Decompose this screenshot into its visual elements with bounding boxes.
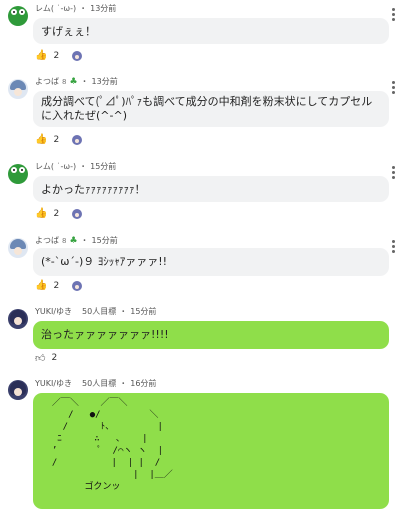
more-vertical-icon[interactable] [392, 6, 396, 23]
meta-separator: ・ [119, 307, 128, 316]
meta-separator: ・ [80, 236, 89, 245]
liker-avatar-icon[interactable] [72, 280, 83, 291]
comment-meta: YUKI/ゆき 50人目標 ・ 16分前 [35, 378, 156, 389]
like-count: 2 [53, 280, 60, 291]
timestamp: 15分前 [90, 162, 117, 171]
comment-meta: レム( ˙-ω-) ・ 15分前 [35, 161, 116, 172]
comment-meta: レム( ˙-ω-) ・ 13分前 [35, 3, 116, 14]
meta-separator: ・ [80, 77, 89, 86]
user-avatar-icon[interactable] [8, 6, 28, 26]
message-text: よかったｧｧｧｧｧｧｧｧｧ！ [41, 183, 146, 196]
timestamp: 13分前 [91, 77, 118, 86]
like-count: 2 [53, 50, 60, 61]
thumbs-up-icon[interactable]: 👍 [35, 50, 47, 61]
user-avatar-icon[interactable] [8, 79, 28, 99]
user-avatar-icon[interactable] [8, 238, 28, 258]
reaction-bar: 👍︎ 2 [35, 352, 57, 364]
username[interactable]: よつば [35, 76, 59, 87]
thumbs-up-outline-icon[interactable]: 👍︎ [35, 352, 45, 364]
reaction-bar: 👍 2 [35, 208, 83, 219]
more-vertical-icon[interactable] [392, 79, 396, 96]
timestamp: 15分前 [91, 236, 118, 245]
reaction-bar: 👍 2 [35, 280, 83, 291]
comment-meta: よつば 8 ♣ ・ 15分前 [35, 235, 118, 246]
goal-label: 50人目標 [82, 379, 117, 388]
username[interactable]: よつば [35, 235, 59, 246]
liker-avatar-icon[interactable] [72, 134, 83, 145]
reaction-bar: 👍 2 [35, 134, 83, 145]
timestamp: 15分前 [130, 307, 157, 316]
message-bubble: 成分調べて(ﾟ⊿ﾟ)ﾊﾟｧも調べて成分の中和剤を粉末状にしてカプセルに入れたぜ(… [33, 91, 389, 127]
meta-separator: ・ [119, 379, 128, 388]
meta-separator: ・ [79, 4, 88, 13]
reaction-bar: 👍 2 [35, 50, 83, 61]
timestamp: 16分前 [130, 379, 157, 388]
username[interactable]: YUKI/ゆき [35, 306, 72, 317]
liker-avatar-icon[interactable] [72, 50, 83, 61]
more-vertical-icon[interactable] [392, 238, 396, 255]
timestamp: 13分前 [90, 4, 117, 13]
username[interactable]: レム( ˙-ω-) [35, 161, 76, 172]
meta-separator: ・ [79, 162, 88, 171]
badge-number: 8 [62, 77, 67, 86]
like-count: 2 [53, 208, 60, 219]
message-bubble: ／￣＼ ／￣＼ / ●/ ＼ / ﾄ、 | ﾆ ∴ ､ | ’ ﾟ /⌒ヽ ヽ … [33, 393, 389, 509]
message-text: 治ったァァァァァァァ!!!! [41, 328, 169, 341]
message-bubble: すげぇぇ！ [33, 18, 389, 44]
message-bubble: (*-`ω´-)９ ﾖｼｯｬｱァァァ!! [33, 248, 389, 276]
message-text: 成分調べて(ﾟ⊿ﾟ)ﾊﾟｧも調べて成分の中和剤を粉末状にしてカプセルに入れたぜ(… [41, 95, 373, 122]
thumbs-up-icon[interactable]: 👍 [35, 208, 47, 219]
user-avatar-icon[interactable] [8, 164, 28, 184]
comment-meta: よつば 8 ♣ ・ 13分前 [35, 76, 118, 87]
more-vertical-icon[interactable] [392, 164, 396, 181]
like-count: 2 [51, 353, 58, 363]
clover-icon: ♣ [69, 76, 78, 87]
message-bubble: よかったｧｧｧｧｧｧｧｧｧ！ [33, 176, 389, 202]
message-text: (*-`ω´-)９ ﾖｼｯｬｱァァァ!! [41, 255, 168, 268]
badge-number: 8 [62, 236, 67, 245]
message-text: すげぇぇ！ [41, 25, 96, 38]
clover-icon: ♣ [69, 235, 78, 246]
goal-label: 50人目標 [82, 307, 117, 316]
thumbs-up-icon[interactable]: 👍 [35, 134, 47, 145]
user-avatar-icon[interactable] [8, 309, 28, 329]
like-count: 2 [53, 134, 60, 145]
username[interactable]: YUKI/ゆき [35, 378, 72, 389]
comment-meta: YUKI/ゆき 50人目標 ・ 15分前 [35, 306, 156, 317]
thumbs-up-icon[interactable]: 👍 [35, 280, 47, 291]
ascii-art: ／￣＼ ／￣＼ / ●/ ＼ / ﾄ、 | ﾆ ∴ ､ | ’ ﾟ /⌒ヽ ヽ … [51, 398, 173, 492]
username[interactable]: レム( ˙-ω-) [35, 3, 76, 14]
user-avatar-icon[interactable] [8, 380, 28, 400]
liker-avatar-icon[interactable] [72, 208, 83, 219]
message-bubble: 治ったァァァァァァァ!!!! [33, 321, 389, 349]
